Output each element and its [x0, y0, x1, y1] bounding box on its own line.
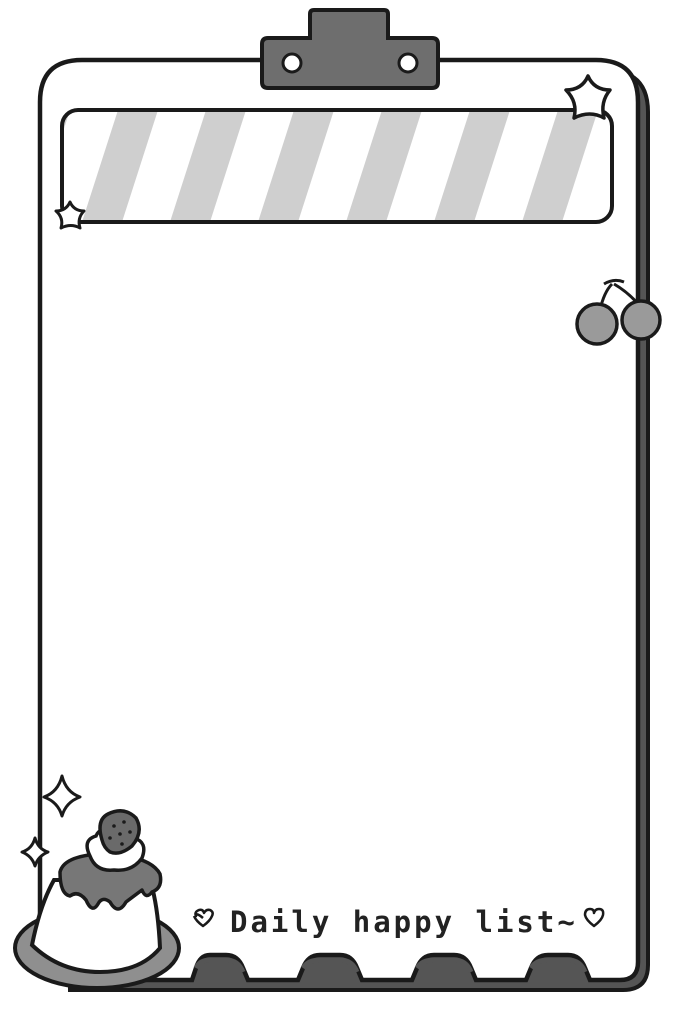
clipboard-clip [260, 8, 440, 90]
footer-caption: Daily happy list~ [192, 905, 605, 939]
clip-hole-left [281, 52, 303, 74]
clip-hole-right [397, 52, 419, 74]
striped-banner [60, 108, 614, 224]
footer-caption-text: Daily happy list~ [230, 905, 578, 939]
clipboard-notepad-frame: Daily happy list~ [13, 8, 662, 992]
